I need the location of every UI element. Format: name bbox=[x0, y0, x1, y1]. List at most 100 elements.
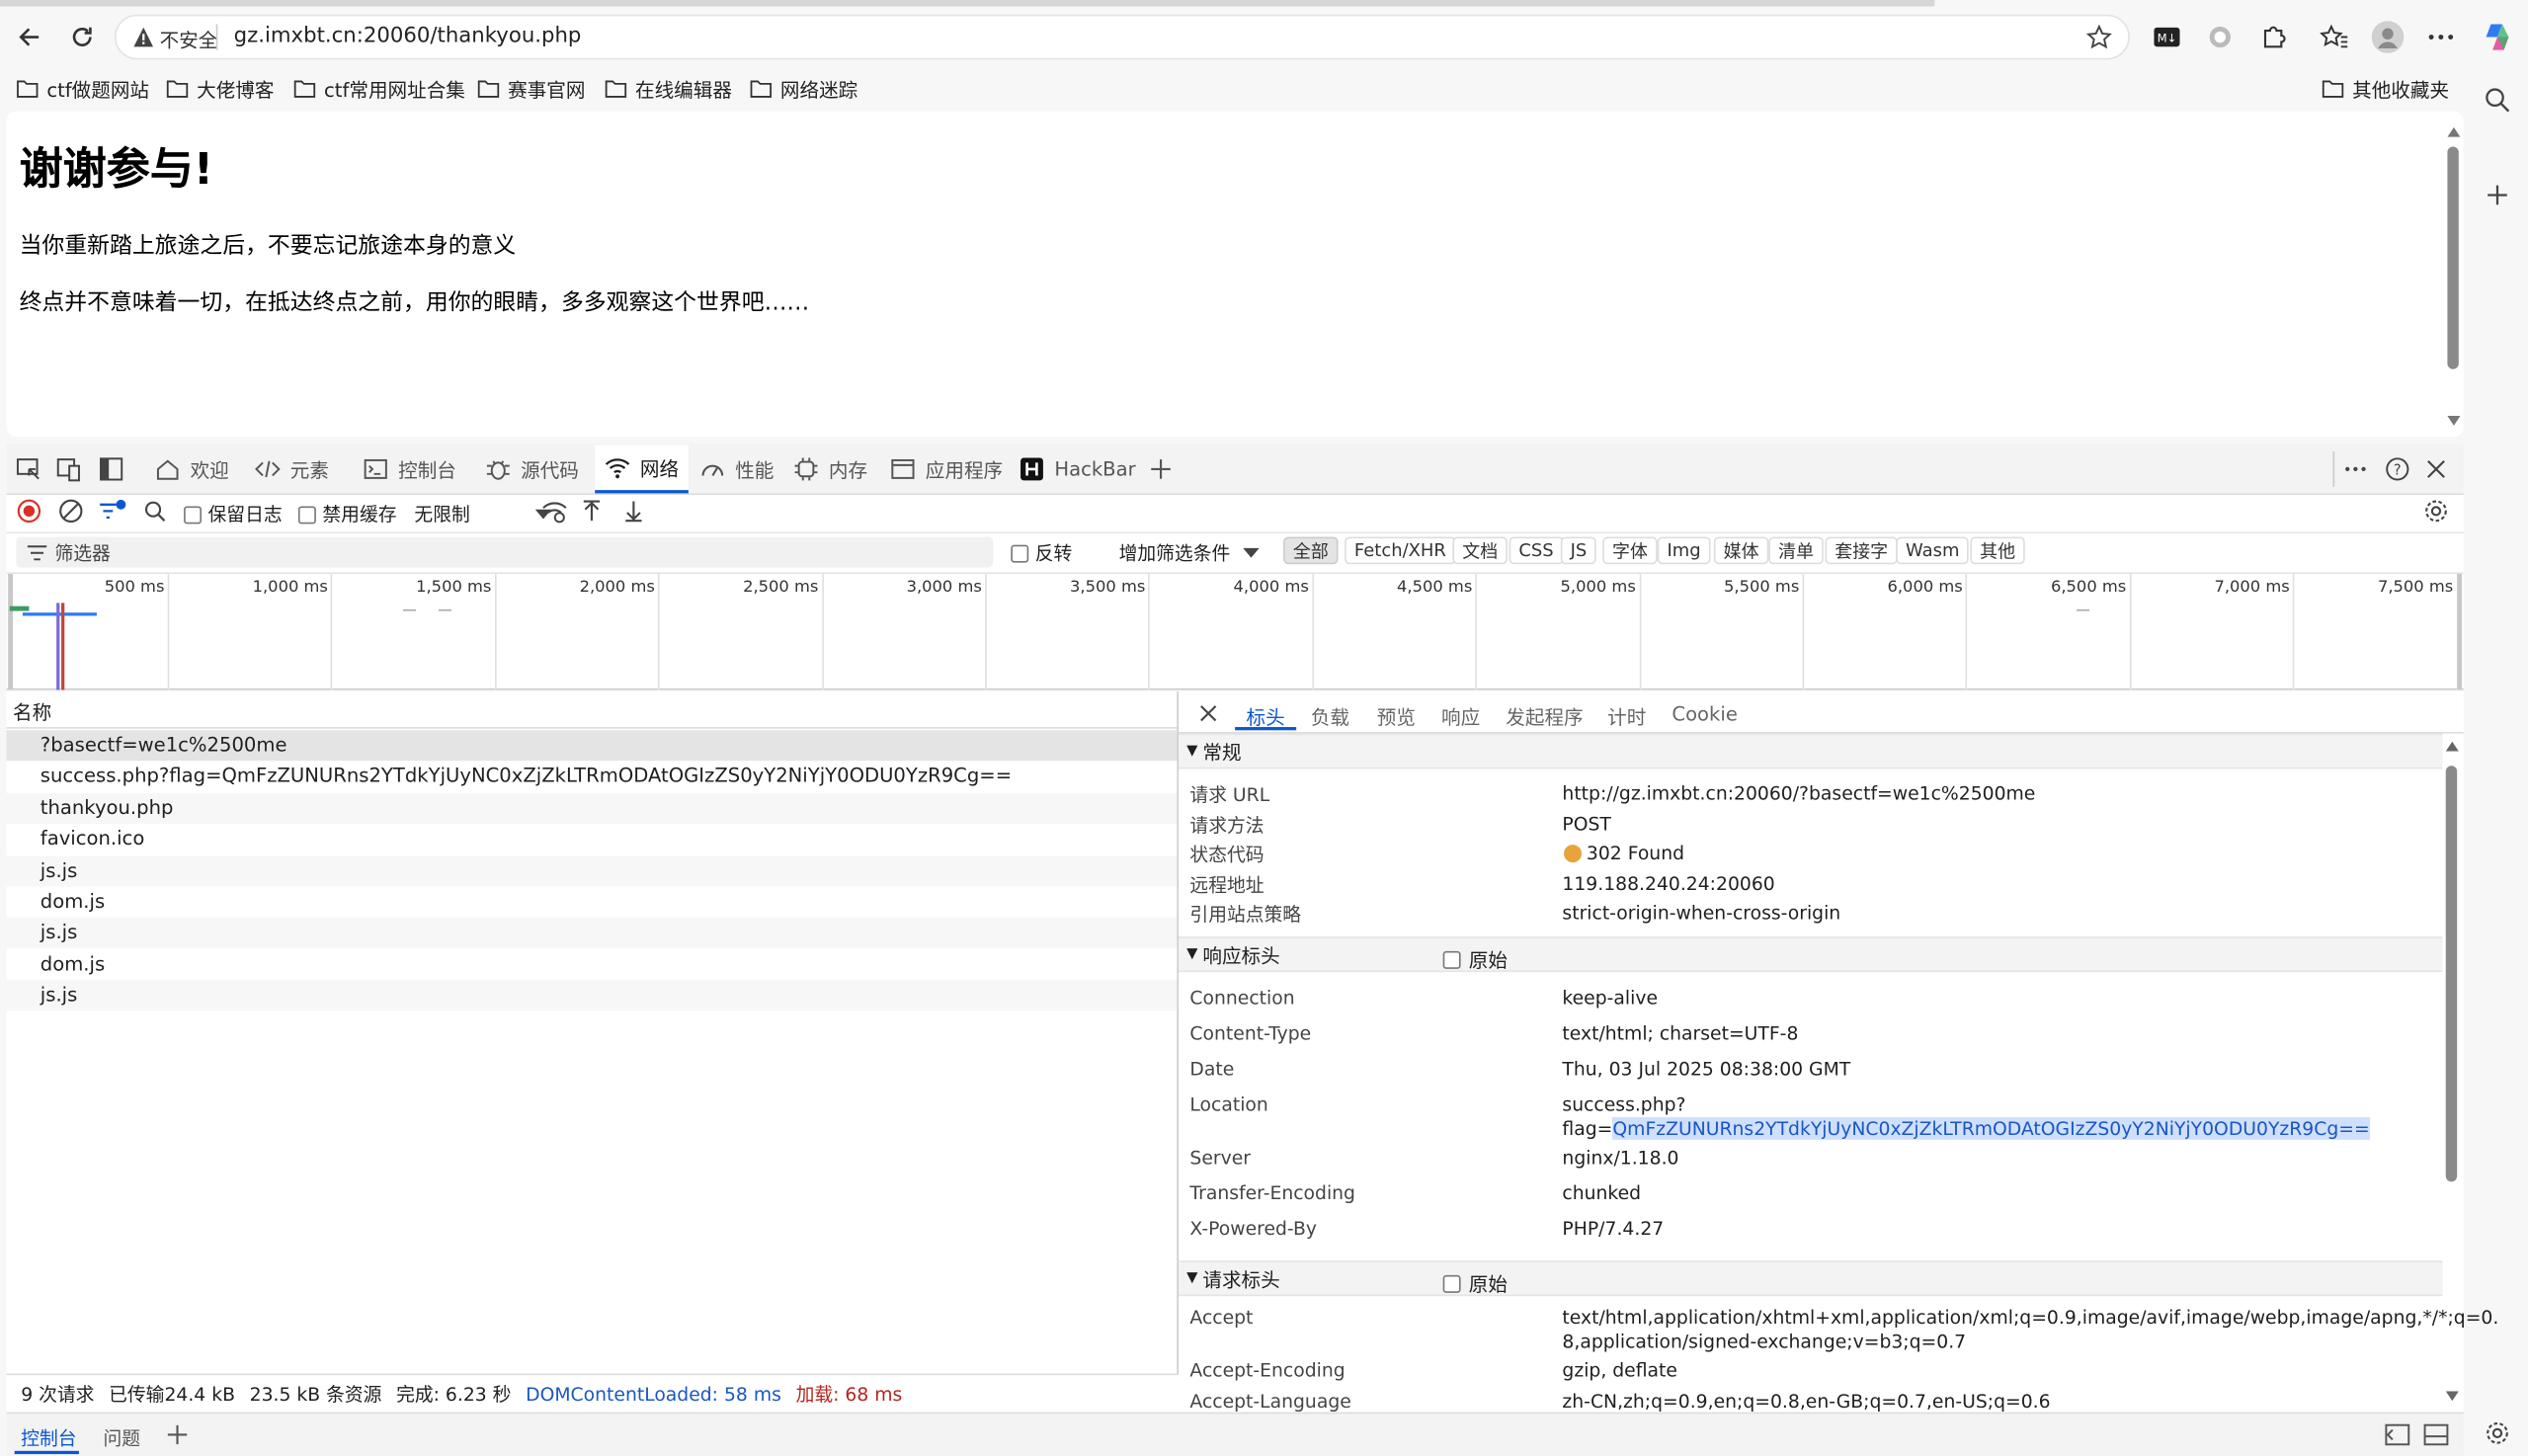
reload-button[interactable] bbox=[63, 18, 102, 56]
inspect-icon[interactable] bbox=[10, 449, 48, 488]
bookmark-item[interactable]: 在线编辑器 bbox=[605, 74, 732, 103]
address-bar[interactable]: 不安全 gz.imxbt.cn:20060/thankyou.php bbox=[114, 14, 2130, 60]
general-value[interactable]: strict-origin-when-cross-origin bbox=[1562, 901, 1840, 924]
page-scrollbar[interactable] bbox=[2447, 126, 2461, 428]
column-header-name[interactable]: 名称 bbox=[6, 691, 1178, 729]
help-icon[interactable]: ? bbox=[2378, 449, 2416, 488]
response-header-value[interactable]: Thu, 03 Jul 2025 08:38:00 GMT bbox=[1562, 1058, 1850, 1081]
overview-handle-left[interactable] bbox=[8, 573, 14, 690]
checkbox-icon[interactable] bbox=[297, 505, 316, 524]
request-row[interactable]: success.php?flag=QmFzZUNURns2YTdkYjUyNC0… bbox=[6, 761, 1178, 792]
type-filter-chip[interactable]: CSS bbox=[1509, 536, 1564, 565]
type-filter-chip[interactable]: 清单 bbox=[1768, 536, 1824, 565]
details-tab[interactable]: 响应 bbox=[1441, 703, 1480, 731]
other-bookmarks[interactable]: 其他收藏夹 bbox=[2322, 74, 2449, 103]
details-scrollbar[interactable] bbox=[2444, 738, 2459, 1406]
request-row[interactable]: thankyou.php bbox=[6, 792, 1178, 824]
invert-checkbox[interactable]: 反转 bbox=[1011, 540, 1072, 566]
details-tab[interactable]: 预览 bbox=[1377, 703, 1416, 731]
details-tab[interactable]: Cookie bbox=[1672, 703, 1737, 726]
import-har-icon[interactable] bbox=[572, 492, 611, 530]
type-filter-chip[interactable]: JS bbox=[1560, 536, 1597, 565]
checkbox-icon[interactable] bbox=[1011, 543, 1029, 562]
tab-hackbar[interactable]: HackBar bbox=[1019, 445, 1136, 493]
tab-sources[interactable]: 源代码 bbox=[485, 445, 579, 493]
type-filter-chip[interactable]: 全部 bbox=[1283, 536, 1339, 565]
general-value[interactable]: http://gz.imxbt.cn:20060/?basectf=we1c%2… bbox=[1562, 782, 2035, 805]
request-row[interactable]: ?basectf=we1c%2500me bbox=[6, 730, 1178, 762]
search-network-icon[interactable] bbox=[135, 492, 174, 530]
record-stop-icon[interactable] bbox=[10, 492, 48, 530]
drawer-add-icon[interactable] bbox=[158, 1416, 197, 1454]
request-row[interactable]: js.js bbox=[6, 980, 1178, 1011]
response-header-value[interactable]: success.php? bbox=[1562, 1093, 1685, 1116]
device-toggle-icon[interactable] bbox=[50, 449, 89, 488]
checkbox-icon[interactable] bbox=[1442, 950, 1461, 969]
bookmark-item[interactable]: ctf常用网址合集 bbox=[293, 74, 465, 103]
bookmark-item[interactable]: 赛事官网 bbox=[477, 74, 585, 103]
type-filter-chip[interactable]: 文档 bbox=[1452, 536, 1508, 565]
type-filter-chip[interactable]: Fetch/XHR bbox=[1345, 536, 1456, 565]
request-header-value[interactable]: text/html,application/xhtml+xml,applicat… bbox=[1562, 1306, 2498, 1329]
request-headers-header[interactable]: ▼ 请求标头 原始 bbox=[1179, 1260, 2443, 1297]
checkbox-icon[interactable] bbox=[1442, 1274, 1461, 1293]
reader-mode-icon[interactable]: M↓ bbox=[2148, 18, 2186, 56]
type-filter-chip[interactable]: Img bbox=[1657, 536, 1711, 565]
extensions-puzzle-icon[interactable] bbox=[2254, 18, 2293, 56]
tab-elements[interactable]: 元素 bbox=[255, 445, 329, 493]
tab-application[interactable]: 应用程序 bbox=[890, 445, 1003, 493]
request-row[interactable]: js.js bbox=[6, 854, 1178, 886]
insecure-label[interactable]: 不安全 bbox=[160, 26, 218, 53]
tab-console[interactable]: 控制台 bbox=[363, 445, 456, 493]
details-tab[interactable]: 计时 bbox=[1607, 703, 1646, 731]
response-header-value[interactable]: PHP/7.4.27 bbox=[1562, 1217, 1664, 1240]
details-tab[interactable]: 发起程序 bbox=[1506, 703, 1583, 731]
warning-icon[interactable] bbox=[132, 26, 155, 48]
close-devtools-icon[interactable] bbox=[2416, 449, 2455, 488]
general-section-header[interactable]: ▼ 常规 bbox=[1179, 733, 2443, 769]
response-header-value[interactable]: chunked bbox=[1562, 1181, 1641, 1204]
request-header-value[interactable]: zh-CN,zh;q=0.9,en;q=0.8,en-GB;q=0.7,en-U… bbox=[1562, 1390, 2050, 1413]
tab-welcome[interactable]: 欢迎 bbox=[155, 445, 229, 493]
bookmark-item[interactable]: 网络迷踪 bbox=[750, 74, 857, 103]
general-value[interactable]: POST bbox=[1562, 812, 1610, 835]
drawer-tab-console[interactable]: 控制台 bbox=[21, 1425, 76, 1451]
request-row[interactable]: dom.js bbox=[6, 948, 1178, 980]
type-filter-chip[interactable]: 媒体 bbox=[1713, 536, 1769, 565]
expand-drawer-icon[interactable] bbox=[2416, 1416, 2455, 1454]
profile-avatar[interactable] bbox=[2368, 18, 2406, 56]
response-header-value[interactable]: nginx/1.18.0 bbox=[1562, 1146, 1678, 1169]
tab-memory[interactable]: 内存 bbox=[793, 445, 867, 493]
response-header-value[interactable]: keep-alive bbox=[1562, 987, 1658, 1010]
dock-drawer-icon[interactable] bbox=[2378, 1416, 2416, 1454]
extension-circle-icon[interactable] bbox=[2201, 18, 2240, 56]
general-value[interactable]: 302 Found bbox=[1587, 842, 1684, 864]
copilot-icon[interactable] bbox=[2478, 18, 2516, 56]
filter-toggle-icon[interactable] bbox=[94, 492, 132, 530]
response-headers-header[interactable]: ▼ 响应标头 原始 bbox=[1179, 936, 2443, 973]
request-row[interactable]: js.js bbox=[6, 918, 1178, 949]
more-menu-icon[interactable] bbox=[2421, 18, 2460, 56]
response-header-value[interactable]: text/html; charset=UTF-8 bbox=[1562, 1022, 1798, 1045]
more-options-icon[interactable] bbox=[2336, 449, 2375, 488]
url-text[interactable]: gz.imxbt.cn:20060/thankyou.php bbox=[234, 24, 582, 47]
network-conditions-icon[interactable] bbox=[535, 492, 574, 530]
back-button[interactable] bbox=[10, 18, 48, 56]
add-icon[interactable] bbox=[2478, 176, 2516, 214]
throttle-select[interactable]: 无限制 bbox=[414, 502, 551, 527]
bookmark-item[interactable]: ctf做题网站 bbox=[16, 74, 149, 103]
selected-flag-text[interactable]: QmFzZUNURns2YTdkYjUyNC0xZjZkLTRmODAtOGIz… bbox=[1612, 1116, 2370, 1140]
favorites-icon[interactable] bbox=[2316, 18, 2354, 56]
type-filter-chip[interactable]: Wasm bbox=[1896, 536, 1970, 565]
request-header-value[interactable]: gzip, deflate bbox=[1562, 1359, 1677, 1382]
details-tab[interactable]: 负载 bbox=[1311, 703, 1349, 731]
bookmark-item[interactable]: 大佬博客 bbox=[166, 74, 274, 103]
type-filter-chip[interactable]: 字体 bbox=[1602, 536, 1658, 565]
search-icon[interactable] bbox=[2478, 81, 2516, 120]
request-row[interactable]: favicon.ico bbox=[6, 824, 1178, 855]
type-filter-chip[interactable]: 套接字 bbox=[1825, 536, 1898, 565]
network-settings-gear-icon[interactable] bbox=[2416, 492, 2455, 530]
checkbox-icon[interactable] bbox=[184, 505, 203, 524]
type-filter-chip[interactable]: 其他 bbox=[1970, 536, 2025, 565]
export-har-icon[interactable] bbox=[614, 492, 653, 530]
